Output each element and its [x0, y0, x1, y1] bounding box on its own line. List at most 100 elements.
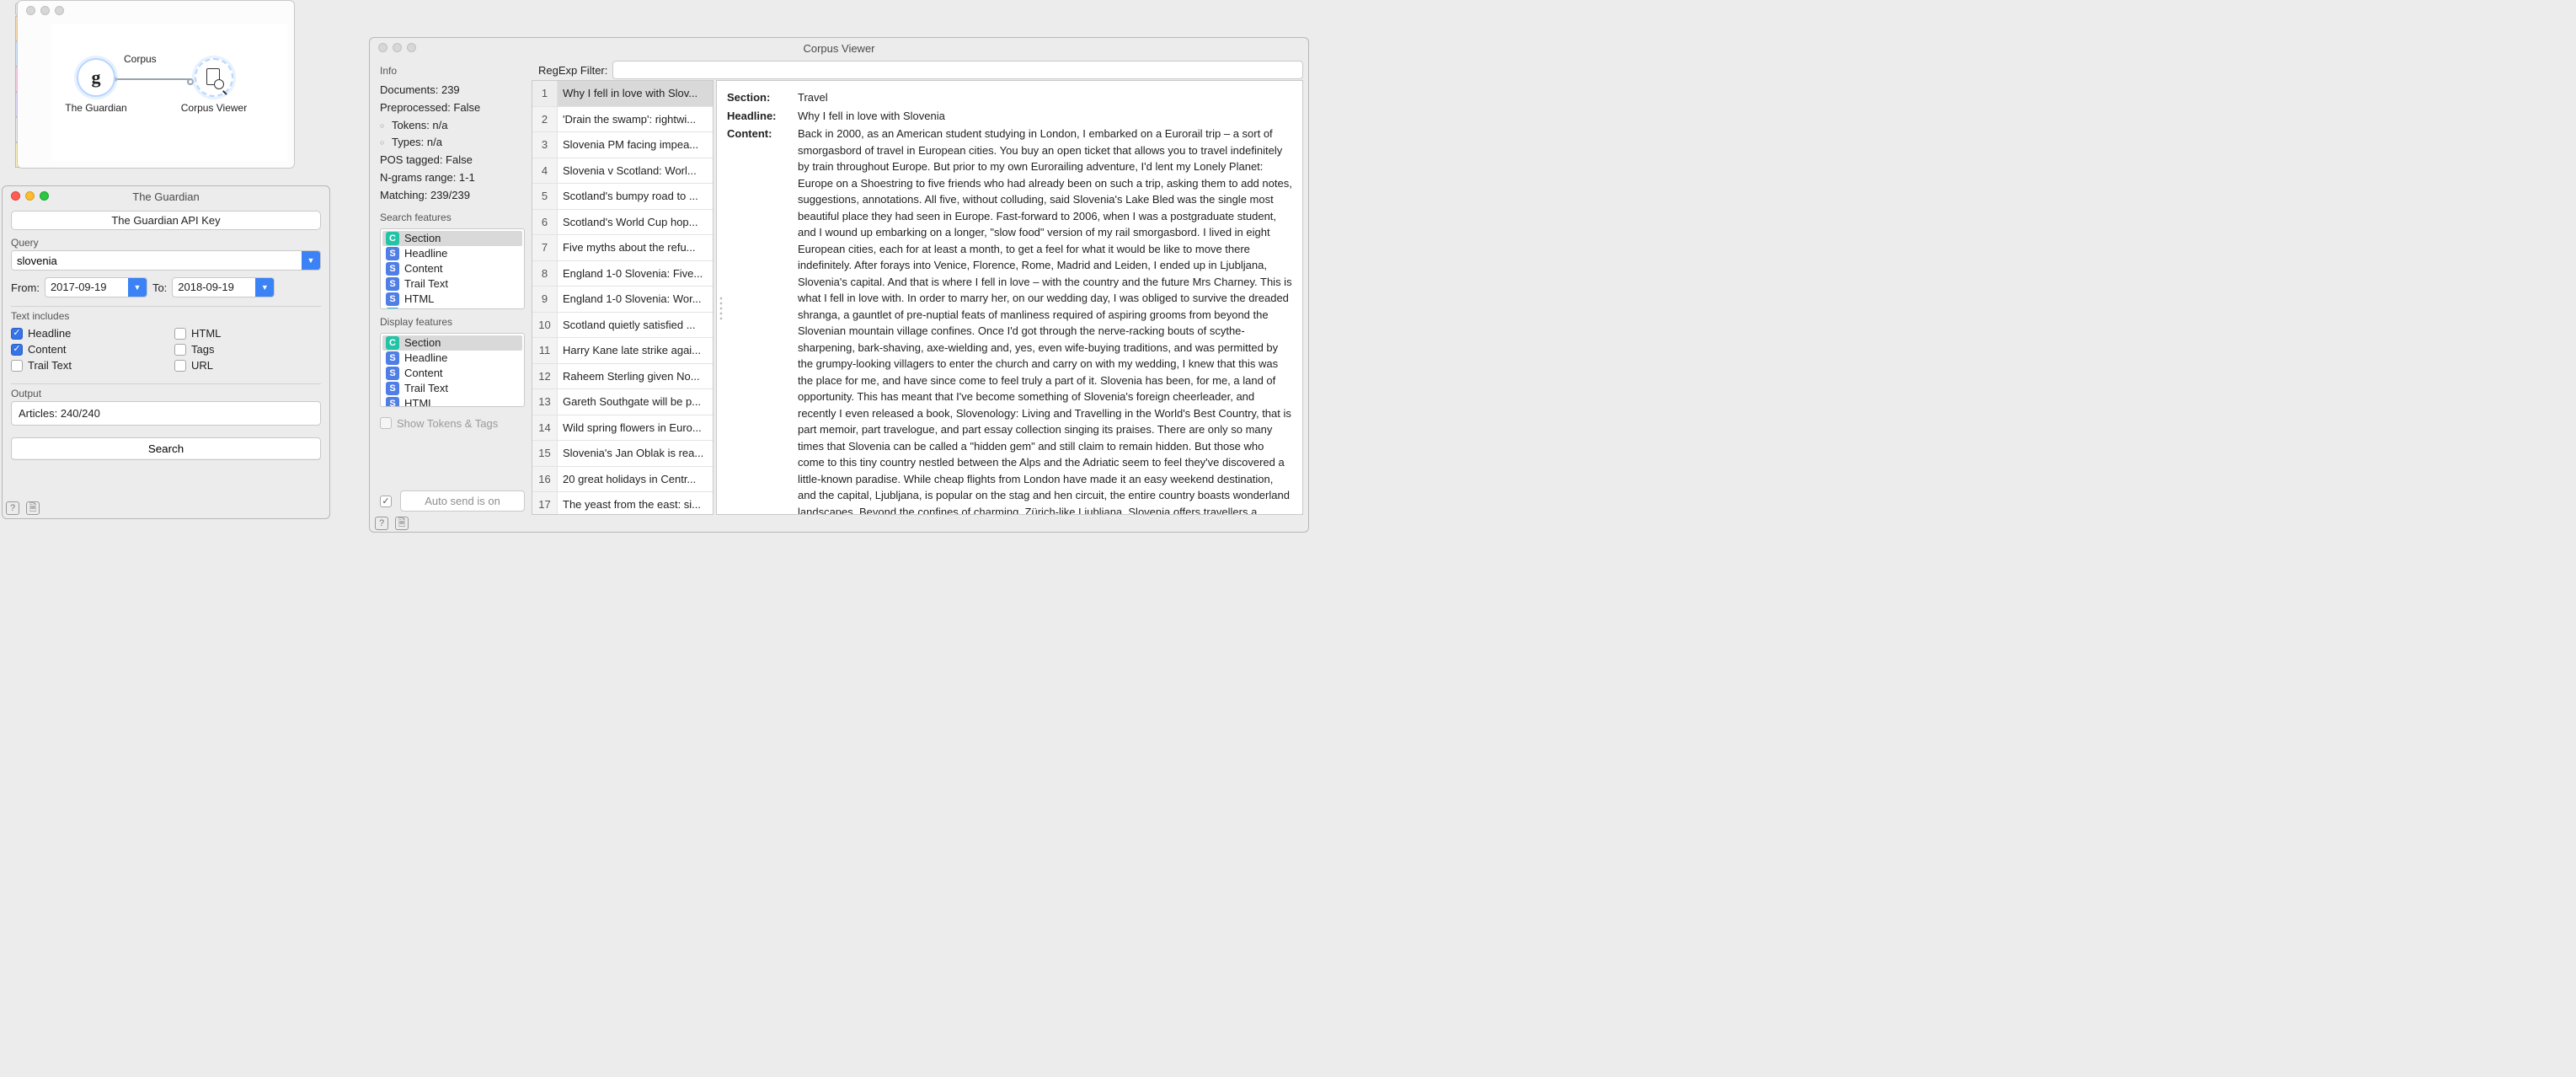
- display-features-list[interactable]: CSectionSHeadlineS Content STrail TextSHTM…: [380, 333, 525, 407]
- from-label: From:: [11, 281, 40, 294]
- display-features-label: Display features: [380, 316, 525, 328]
- feature-item[interactable]: SHeadline: [382, 246, 522, 261]
- row-number: 2: [532, 107, 558, 132]
- feature-item[interactable]: CSection: [382, 231, 522, 246]
- row-number: 16: [532, 467, 558, 492]
- row-title: The yeast from the east: si...: [558, 492, 713, 515]
- detail-content-key: Content:: [727, 126, 789, 515]
- check-headline[interactable]: Headline: [11, 327, 158, 340]
- to-date-value: 2018-09-19: [173, 278, 255, 297]
- row-number: 4: [532, 158, 558, 184]
- info-preprocessed: Preprocessed: False: [380, 99, 525, 117]
- window-controls[interactable]: [26, 6, 64, 15]
- autosend-check[interactable]: [380, 496, 392, 507]
- detail-headline-value: Why I fell in love with Slovenia: [798, 108, 1292, 125]
- chevron-down-icon[interactable]: ▼: [302, 251, 320, 270]
- row-title: Slovenia PM facing impea...: [558, 132, 713, 158]
- table-row[interactable]: 9England 1-0 Slovenia: Wor...: [532, 287, 713, 313]
- report-icon[interactable]: 🗎: [395, 517, 409, 530]
- table-row[interactable]: 14Wild spring flowers in Euro...: [532, 415, 713, 442]
- window-controls[interactable]: [11, 191, 49, 201]
- query-field[interactable]: [12, 251, 302, 270]
- check-content[interactable]: Content: [11, 343, 158, 356]
- feature-item-label: Content: [404, 367, 443, 379]
- feature-item-label: Section: [404, 336, 441, 349]
- document-list[interactable]: 1Why I fell in love with Slov...2'Drain …: [532, 80, 713, 515]
- check-tags[interactable]: Tags: [174, 343, 321, 356]
- check-trail[interactable]: Trail Text: [11, 359, 158, 372]
- api-key-button[interactable]: The Guardian API Key: [11, 211, 321, 230]
- feature-item[interactable]: TPublication Date: [382, 307, 522, 309]
- feature-item[interactable]: S Content: [382, 366, 522, 381]
- table-row[interactable]: 5Scotland's bumpy road to ...: [532, 184, 713, 210]
- table-row[interactable]: 10Scotland quietly satisfied ...: [532, 313, 713, 339]
- table-row[interactable]: 1Why I fell in love with Slov...: [532, 81, 713, 107]
- show-tokens-check: Show Tokens & Tags: [380, 417, 525, 430]
- feature-item[interactable]: STrail Text: [382, 381, 522, 396]
- splitter-handle[interactable]: [719, 296, 724, 321]
- row-number: 13: [532, 389, 558, 415]
- type-badge-icon: S: [386, 367, 399, 380]
- check-trail-label: Trail Text: [28, 359, 72, 372]
- node-guardian[interactable]: g The Guardian: [58, 58, 134, 114]
- to-date[interactable]: 2018-09-19 ▼: [172, 277, 275, 297]
- window-controls[interactable]: [378, 43, 416, 52]
- row-title: Why I fell in love with Slov...: [558, 81, 713, 106]
- feature-item-label: Content: [404, 262, 443, 275]
- check-html-label: HTML: [191, 327, 221, 340]
- check-tags-label: Tags: [191, 343, 214, 356]
- detail-headline-key: Headline:: [727, 108, 789, 125]
- chevron-down-icon[interactable]: ▼: [128, 278, 147, 297]
- help-icon[interactable]: ?: [6, 501, 19, 515]
- feature-item[interactable]: SHTML: [382, 292, 522, 307]
- search-button[interactable]: Search: [11, 437, 321, 460]
- feature-item[interactable]: CSection: [382, 335, 522, 351]
- search-features-list[interactable]: CSectionSHeadlineSContentSTrail TextSHTM…: [380, 228, 525, 309]
- row-title: 'Drain the swamp': rightwi...: [558, 107, 713, 132]
- table-row[interactable]: 13Gareth Southgate will be p...: [532, 389, 713, 415]
- type-badge-icon: S: [386, 262, 399, 276]
- row-number: 17: [532, 492, 558, 515]
- table-row[interactable]: 4Slovenia v Scotland: Worl...: [532, 158, 713, 185]
- table-row[interactable]: 6Scotland's World Cup hop...: [532, 210, 713, 236]
- table-row[interactable]: 15Slovenia's Jan Oblak is rea...: [532, 441, 713, 467]
- type-badge-icon: S: [386, 277, 399, 291]
- row-number: 10: [532, 313, 558, 338]
- chevron-down-icon[interactable]: ▼: [255, 278, 274, 297]
- check-url[interactable]: URL: [174, 359, 321, 372]
- help-icon[interactable]: ?: [375, 517, 388, 530]
- row-number: 3: [532, 132, 558, 158]
- feature-item[interactable]: S Content: [382, 261, 522, 276]
- row-number: 11: [532, 338, 558, 363]
- feature-item-label: Publication Date: [404, 308, 484, 309]
- type-badge-icon: C: [386, 232, 399, 245]
- feature-item[interactable]: SHTML: [382, 396, 522, 407]
- show-tokens-label: Show Tokens & Tags: [397, 417, 498, 430]
- table-row[interactable]: 8England 1-0 Slovenia: Five...: [532, 261, 713, 287]
- info-label: Info: [380, 65, 525, 77]
- check-html[interactable]: HTML: [174, 327, 321, 340]
- table-row[interactable]: 1620 great holidays in Centr...: [532, 467, 713, 493]
- table-row[interactable]: 17The yeast from the east: si...: [532, 492, 713, 515]
- query-input[interactable]: ▼: [11, 250, 321, 271]
- table-row[interactable]: 3Slovenia PM facing impea...: [532, 132, 713, 158]
- table-row[interactable]: 2'Drain the swamp': rightwi...: [532, 107, 713, 133]
- output-label: Output: [11, 388, 321, 399]
- row-number: 15: [532, 441, 558, 466]
- canvas-window: Corpus g The Guardian Corpus Viewer: [17, 0, 295, 169]
- row-number: 9: [532, 287, 558, 312]
- from-date[interactable]: 2017-09-19 ▼: [45, 277, 147, 297]
- feature-item[interactable]: STrail Text: [382, 276, 522, 292]
- feature-item-label: HTML: [404, 397, 434, 407]
- workflow-canvas[interactable]: Corpus g The Guardian Corpus Viewer: [51, 24, 287, 161]
- row-number: 12: [532, 364, 558, 389]
- table-row[interactable]: 11Harry Kane late strike agai...: [532, 338, 713, 364]
- feature-item[interactable]: SHeadline: [382, 351, 522, 366]
- row-title: Scotland's World Cup hop...: [558, 210, 713, 235]
- table-row[interactable]: 7Five myths about the refu...: [532, 235, 713, 261]
- table-row[interactable]: 12Raheem Sterling given No...: [532, 364, 713, 390]
- row-number: 5: [532, 184, 558, 209]
- row-number: 6: [532, 210, 558, 235]
- node-corpus-viewer[interactable]: Corpus Viewer: [176, 58, 252, 114]
- report-icon[interactable]: 🗎: [26, 501, 40, 515]
